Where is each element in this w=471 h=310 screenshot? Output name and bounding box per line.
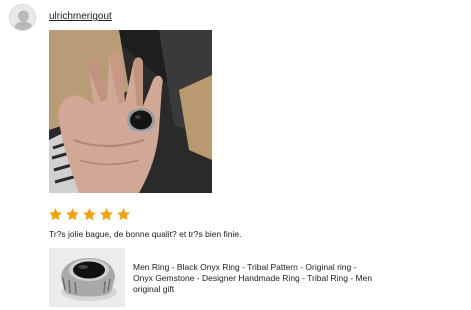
- reviewed-product-link[interactable]: Men Ring - Black Onyx Ring - Tribal Patt…: [49, 248, 379, 308]
- star-icon: [117, 208, 130, 221]
- star-rating: [48, 207, 131, 223]
- review-photo[interactable]: [49, 30, 212, 193]
- star-icon: [83, 208, 96, 221]
- star-icon: [49, 208, 62, 221]
- reviewer-username-link[interactable]: ulrichmerigout: [49, 11, 112, 23]
- product-thumbnail[interactable]: [49, 248, 125, 307]
- star-icon: [66, 208, 79, 221]
- review-card: ulrichmerigout Tr?s jolie bague, de bonn…: [0, 0, 471, 310]
- star-icon: [100, 208, 113, 221]
- product-title[interactable]: Men Ring - Black Onyx Ring - Tribal Patt…: [133, 262, 373, 295]
- avatar[interactable]: [9, 4, 36, 31]
- onyx-ring-product-image: [49, 248, 125, 307]
- review-text: Tr?s jolie bague, de bonne qualit? et tr…: [49, 229, 242, 239]
- user-avatar-icon: [10, 5, 35, 30]
- ring-on-hand-photo: [49, 30, 212, 193]
